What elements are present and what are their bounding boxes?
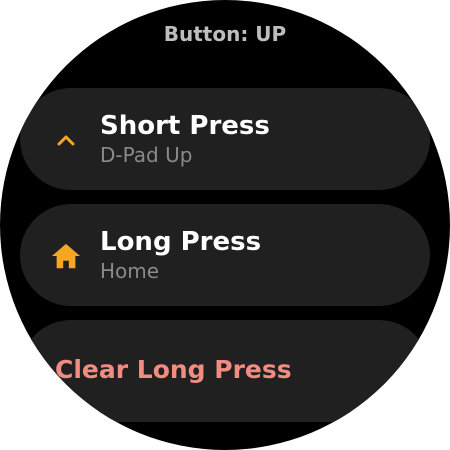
clear-long-press-button[interactable]: Clear Long Press [20, 320, 430, 422]
long-press-value: Home [100, 259, 160, 283]
screen-title: Button: UP [163, 22, 287, 46]
short-press-label: Short Press [100, 111, 270, 141]
short-press-chip[interactable]: Short Press D-Pad Up [20, 88, 430, 190]
clear-long-press-label: Clear Long Press [55, 355, 292, 384]
short-press-text: Short Press D-Pad Up [100, 110, 270, 168]
long-press-text: Long Press Home [100, 226, 261, 284]
watch-face: Button: UP Short Press D-Pad Up Long Pre… [0, 0, 450, 450]
short-press-value: D-Pad Up [100, 143, 193, 167]
chevron-up-icon [51, 125, 81, 155]
long-press-label: Long Press [100, 227, 262, 257]
home-icon [51, 241, 81, 271]
long-press-chip[interactable]: Long Press Home [20, 204, 430, 306]
